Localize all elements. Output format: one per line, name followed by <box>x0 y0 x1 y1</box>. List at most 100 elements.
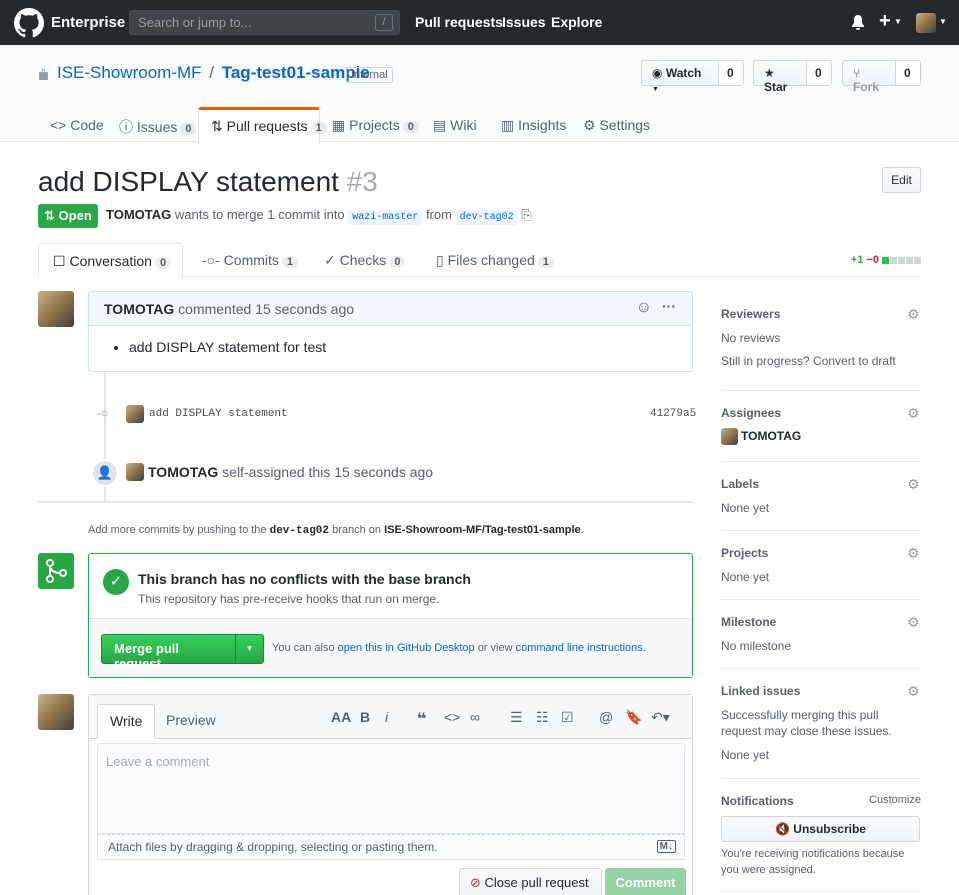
search-input[interactable]: Search or jump to... / <box>129 10 400 35</box>
customize-link[interactable]: Customize <box>869 794 921 806</box>
smiley-icon[interactable]: ☺ <box>636 299 652 317</box>
sidebar-value: None yet <box>721 501 770 515</box>
tab-settings[interactable]: ⚙ Settings <box>571 107 662 143</box>
pr-meta-text: wants to merge 1 commit into <box>174 207 345 222</box>
commit-sha[interactable]: 41279a5 <box>650 408 696 420</box>
from-text: from <box>425 207 452 222</box>
assign-user[interactable]: TOMOTAG <box>148 464 218 480</box>
sidebar-notifications: Notifications Customize 🔇 Unsubscribe Yo… <box>721 794 921 892</box>
merge-status-subtitle: This repository has pre-receive hooks th… <box>138 592 440 606</box>
github-logo-icon[interactable] <box>14 8 44 38</box>
quote-icon[interactable]: ❝ <box>417 709 426 729</box>
tab-issues[interactable]: ⓘ Issues 0 <box>107 107 208 143</box>
gear-icon[interactable]: ⚙ <box>907 477 921 491</box>
sidebar-heading[interactable]: Projects <box>721 546 921 560</box>
code-icon[interactable]: <> <box>444 709 460 725</box>
comment-textarea[interactable]: Leave a comment <box>97 743 685 834</box>
base-branch[interactable]: wazi-master <box>348 210 423 225</box>
assignee[interactable]: TOMOTAG <box>721 428 921 445</box>
merge-options-dropdown[interactable]: ▼ <box>235 634 264 664</box>
convert-to-draft-link[interactable]: Still in progress? Convert to draft <box>721 354 921 368</box>
numbered-list-icon[interactable]: ☷ <box>536 709 549 726</box>
close-pull-request-button[interactable]: ⊘ Close pull request <box>459 868 602 895</box>
repo-owner-link[interactable]: ISE-Showroom-MF <box>57 63 202 82</box>
tab-files-changed[interactable]: ▯ Files changed 1 <box>422 243 568 277</box>
comment-box: TOMOTAG commented 15 seconds ago ☺ ··· a… <box>88 291 693 372</box>
sidebar-linked-issues: Linked issues ⚙ Successfully merging thi… <box>721 684 921 779</box>
avatar[interactable] <box>126 463 144 481</box>
tab-conversation[interactable]: ☐ Conversation 0 <box>38 243 183 278</box>
merge-pull-request-button[interactable]: Merge pull request <box>101 634 236 671</box>
watch-count[interactable]: 0 <box>719 60 744 86</box>
sidebar-milestone: Milestone ⚙ No milestone <box>721 615 921 669</box>
tab-code[interactable]: <> Code <box>38 107 116 143</box>
file-diff-icon: ▯ <box>436 252 444 268</box>
heading-icon[interactable]: AA <box>331 709 351 725</box>
eye-icon: ◉ <box>652 66 663 80</box>
git-merge-icon <box>38 553 74 589</box>
avatar[interactable] <box>38 291 74 327</box>
mention-icon[interactable]: @ <box>599 709 613 725</box>
github-desktop-link[interactable]: open this in GitHub Desktop <box>338 642 475 654</box>
clipboard-icon[interactable]: ⎘ <box>521 207 531 222</box>
italic-icon[interactable]: i <box>385 709 388 725</box>
sidebar-heading[interactable]: Labels <box>721 477 921 491</box>
comment-button[interactable]: Comment <box>605 868 686 895</box>
sidebar-heading[interactable]: Milestone <box>721 615 921 629</box>
pr-author-link[interactable]: TOMOTAG <box>106 207 171 222</box>
comment-author[interactable]: TOMOTAG <box>104 301 174 317</box>
bookmark-icon[interactable]: 🔖 <box>625 709 642 726</box>
tab-count: 1 <box>281 256 299 268</box>
tab-write[interactable]: Write <box>97 704 156 739</box>
check-circle-icon: ✓ <box>103 569 129 595</box>
task-list-icon[interactable]: ☑ <box>561 709 574 726</box>
nav-pull-requests[interactable]: Pull requests <box>415 14 503 30</box>
tab-checks[interactable]: ✓ Checks 0 <box>310 243 419 277</box>
tab-pull-requests[interactable]: ⇅ Pull requests 1 <box>198 107 327 144</box>
watch-button[interactable]: ◉ Watch ▼ <box>641 60 719 93</box>
gear-icon[interactable]: ⚙ <box>907 615 921 629</box>
link-icon[interactable]: ∞ <box>470 709 480 725</box>
reply-icon[interactable]: ↶▾ <box>651 709 670 726</box>
nav-explore[interactable]: Explore <box>551 14 602 30</box>
unsubscribe-button[interactable]: 🔇 Unsubscribe <box>721 816 920 842</box>
fork-count[interactable]: 0 <box>896 60 921 86</box>
tab-commits[interactable]: -○- Commits 1 <box>188 243 312 277</box>
star-button[interactable]: ★ Star <box>753 60 807 94</box>
gear-icon[interactable]: ⚙ <box>907 307 921 321</box>
search-placeholder: Search or jump to... <box>138 15 252 30</box>
avatar[interactable] <box>126 405 144 423</box>
visibility-badge: Internal <box>346 67 393 83</box>
tab-projects[interactable]: ▦ Projects 0 <box>320 107 431 143</box>
chevron-down-icon: ▼ <box>894 17 902 26</box>
sidebar-assignees: Assignees ⚙ TOMOTAG <box>721 406 921 462</box>
sidebar-heading[interactable]: Linked issues <box>721 684 921 698</box>
gear-icon[interactable]: ⚙ <box>907 406 921 420</box>
fork-button[interactable]: ⑂ Fork <box>842 60 896 94</box>
bulleted-list-icon[interactable]: ☰ <box>510 709 523 726</box>
attach-files-zone[interactable]: Attach files by dragging & dropping, sel… <box>97 834 685 860</box>
kebab-icon[interactable]: ··· <box>662 298 676 314</box>
commit-icon: -○- <box>202 252 220 268</box>
command-line-link[interactable]: command line instructions <box>516 642 643 654</box>
sidebar-heading[interactable]: Reviewers <box>721 307 921 321</box>
markdown-icon[interactable]: M↓ <box>656 840 676 853</box>
commit-message[interactable]: add DISPLAY statement <box>149 408 288 420</box>
tab-count: 0 <box>389 256 406 268</box>
gear-icon[interactable]: ⚙ <box>907 684 921 698</box>
head-branch[interactable]: dev-tag02 <box>455 210 518 225</box>
nav-issues[interactable]: Issues <box>502 14 546 30</box>
star-count[interactable]: 0 <box>807 60 832 86</box>
bold-icon[interactable]: B <box>360 709 370 725</box>
bell-icon[interactable] <box>851 15 865 31</box>
tab-wiki[interactable]: ▤ Wiki <box>421 107 489 143</box>
tab-label: Issues <box>136 119 178 135</box>
user-avatar[interactable] <box>916 13 936 33</box>
sidebar-heading[interactable]: Assignees <box>721 406 921 420</box>
gear-icon[interactable]: ⚙ <box>907 546 921 560</box>
comment-meta[interactable]: commented 15 seconds ago <box>178 301 354 317</box>
plus-icon[interactable]: + <box>879 10 891 33</box>
edit-title-button[interactable]: Edit <box>882 167 921 193</box>
tab-preview[interactable]: Preview <box>154 704 228 739</box>
tab-insights[interactable]: ▥ Insights <box>489 107 578 143</box>
